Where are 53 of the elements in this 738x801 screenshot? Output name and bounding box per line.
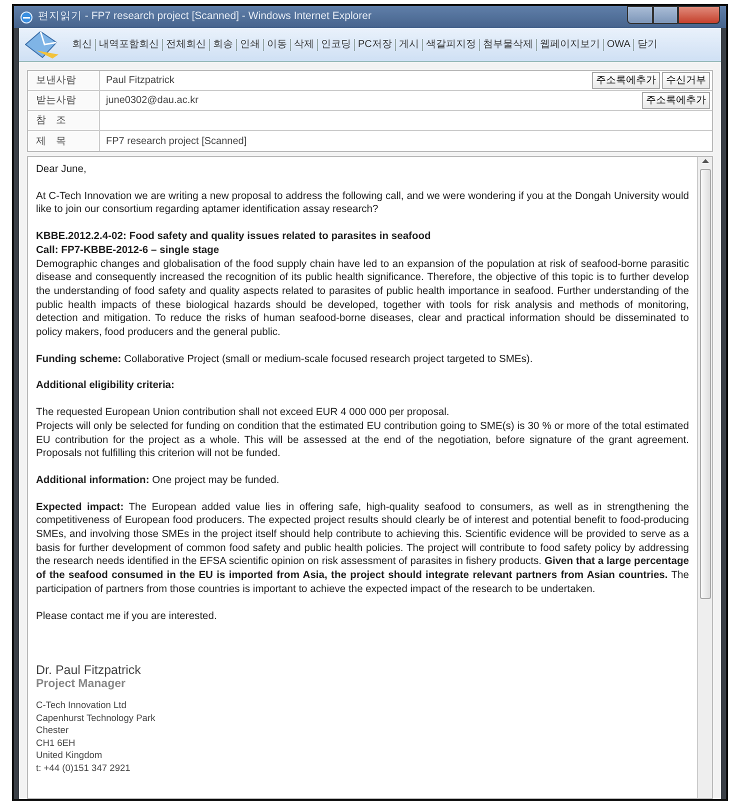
address-line: United Kingdom (36, 749, 104, 762)
toolbar-button[interactable]: 내역포함회신 (95, 38, 162, 50)
envelope-icon (25, 30, 59, 58)
paragraph: Please contact me if you are interested. (36, 610, 218, 624)
toolbar-button[interactable]: 삭제 (290, 38, 317, 50)
toolbar-button[interactable]: 첨부물삭제 (478, 38, 536, 50)
address-line: C-Tech Innovation Ltd (36, 699, 128, 712)
toolbar-button[interactable]: 웹페이지보기 (536, 38, 603, 50)
paragraph: Projects will only be selected for funding on condition that the estimated EU contribution going to SME(s) is 30 % or more of the total estimated EU contribution for the project as a whole. This will be assessed at the end of the negotiation, before signature of the grant agreement. Proposals not fulfilling this criterion will not be funded. (36, 420, 689, 461)
field-value: FP7 research project [Scanned] (106, 136, 247, 146)
toolbar-button[interactable]: 닫기 (633, 38, 660, 50)
toolbar-button[interactable]: PC저장 (354, 38, 395, 50)
field-value: Paul Fitzpatrick (106, 75, 174, 86)
scroll-up-icon[interactable] (702, 159, 708, 163)
field-label: 받는사람 (28, 91, 100, 110)
toolbar-button[interactable]: 회신 (69, 38, 95, 50)
paragraph: Additional eligibility criteria: (36, 379, 176, 394)
signature-title: Project Manager (36, 677, 126, 692)
header-button[interactable]: 주소록에추가 (592, 72, 660, 89)
close-button[interactable] (678, 6, 720, 24)
paragraph: Funding scheme: Collaborative Project (small or medium-scale focused research project targeted to SMEs). (36, 352, 534, 366)
minimize-button[interactable] (627, 6, 653, 24)
paragraph: Demographic changes and globalisation of the food supply chain have led to an expansion of the population at risk of seafood-borne parasitic disease and consequently increased the recognition of its public health significance. Therefore, the objective of this topic is to further develop the understanding of food safety and quality aspects related to parasites of public health importance in seafood. Further understanding of the public health impacts of these biological hazards should be developed, together with tools for risk analysis and methods of monitoring, detection and mitigation. To reduce the risks of human seafood-borne diseases, clear and practical information should be disseminated to policy makers, food producers and the general public. (36, 258, 689, 340)
paragraph: Dear June, (36, 163, 88, 177)
field-label: 제 목 (28, 131, 100, 151)
toolbar-button[interactable]: 인쇄 (236, 38, 263, 50)
header-button[interactable]: 주소록에추가 (642, 92, 710, 109)
toolbar-button[interactable]: OWA (602, 38, 634, 50)
paragraph: Expected impact: The European added value lies in offering safe, high-quality seafood to consumers, as well as in strengthening the competitiveness of European food producers. The expected project results should clearly be of interest and potential benefit to food-producing SMEs, and involving those SMEs in the project itself should help contribute to achieving this. Scientific evidence will be provided to serve as a basis for further development of common food safety and public health policies. The project will contribute to food safety policy by addressing the research needs identified in the EFSA scientific opinion on risk assessment of parasites in fishery products. Given that a large percentage of the seafood consumed in the EU is imported from Asia, the project should integrate relevant partners from Asian countries. The participation of partners from those countries is important to achieve the expected impact of the research to be undertaken. (36, 500, 689, 597)
toolbar-button[interactable]: 회송 (209, 38, 236, 50)
paragraph: At C-Tech Innovation we are writing a new proposal to address the following call, and we were wondering if you at the Dongah University would like to join our consortium regarding aptamer identification assay research? (36, 190, 689, 218)
address-line: Capenhurst Technology Park (36, 712, 156, 724)
paragraph: KBBE.2012.2.4-02: Food safety and quality issues related to parasites in seafood (36, 230, 432, 244)
toolbar-button[interactable]: 인코딩 (317, 38, 354, 50)
signature-name: Dr. Paul Fitzpatrick (36, 663, 142, 678)
address-line: CH1 6EH (36, 736, 76, 750)
field-label: 보낸사람 (28, 71, 100, 90)
field-label: 참 조 (28, 111, 100, 130)
toolbar-button[interactable]: 색갈피지정 (422, 38, 479, 50)
toolbar-button[interactable]: 이동 (263, 38, 290, 50)
toolbar-button[interactable]: 전체회신 (162, 38, 209, 50)
maximize-button[interactable] (653, 6, 678, 24)
paragraph: Call: FP7-KBBE-2012-6 – single stage (36, 244, 220, 258)
address-line: Chester (36, 724, 70, 737)
header-button[interactable]: 수신거부 (662, 72, 710, 89)
toolbar-button[interactable]: 게시 (394, 38, 422, 50)
browser-icon (20, 10, 33, 24)
window-title: 편지읽기 - FP7 research project [Scanned] - Windows Internet Explorer (38, 9, 372, 24)
address-line: t: +44 (0)151 347 2921 (36, 762, 132, 774)
field-value: june0302@dau.ac.kr (106, 95, 198, 106)
paragraph: Additional information: One project may be funded. (36, 474, 280, 488)
paragraph: The requested European Union contribution shall not exceed EUR 4 000 000 per proposal. (36, 406, 450, 420)
scrollbar-thumb[interactable] (700, 169, 710, 599)
